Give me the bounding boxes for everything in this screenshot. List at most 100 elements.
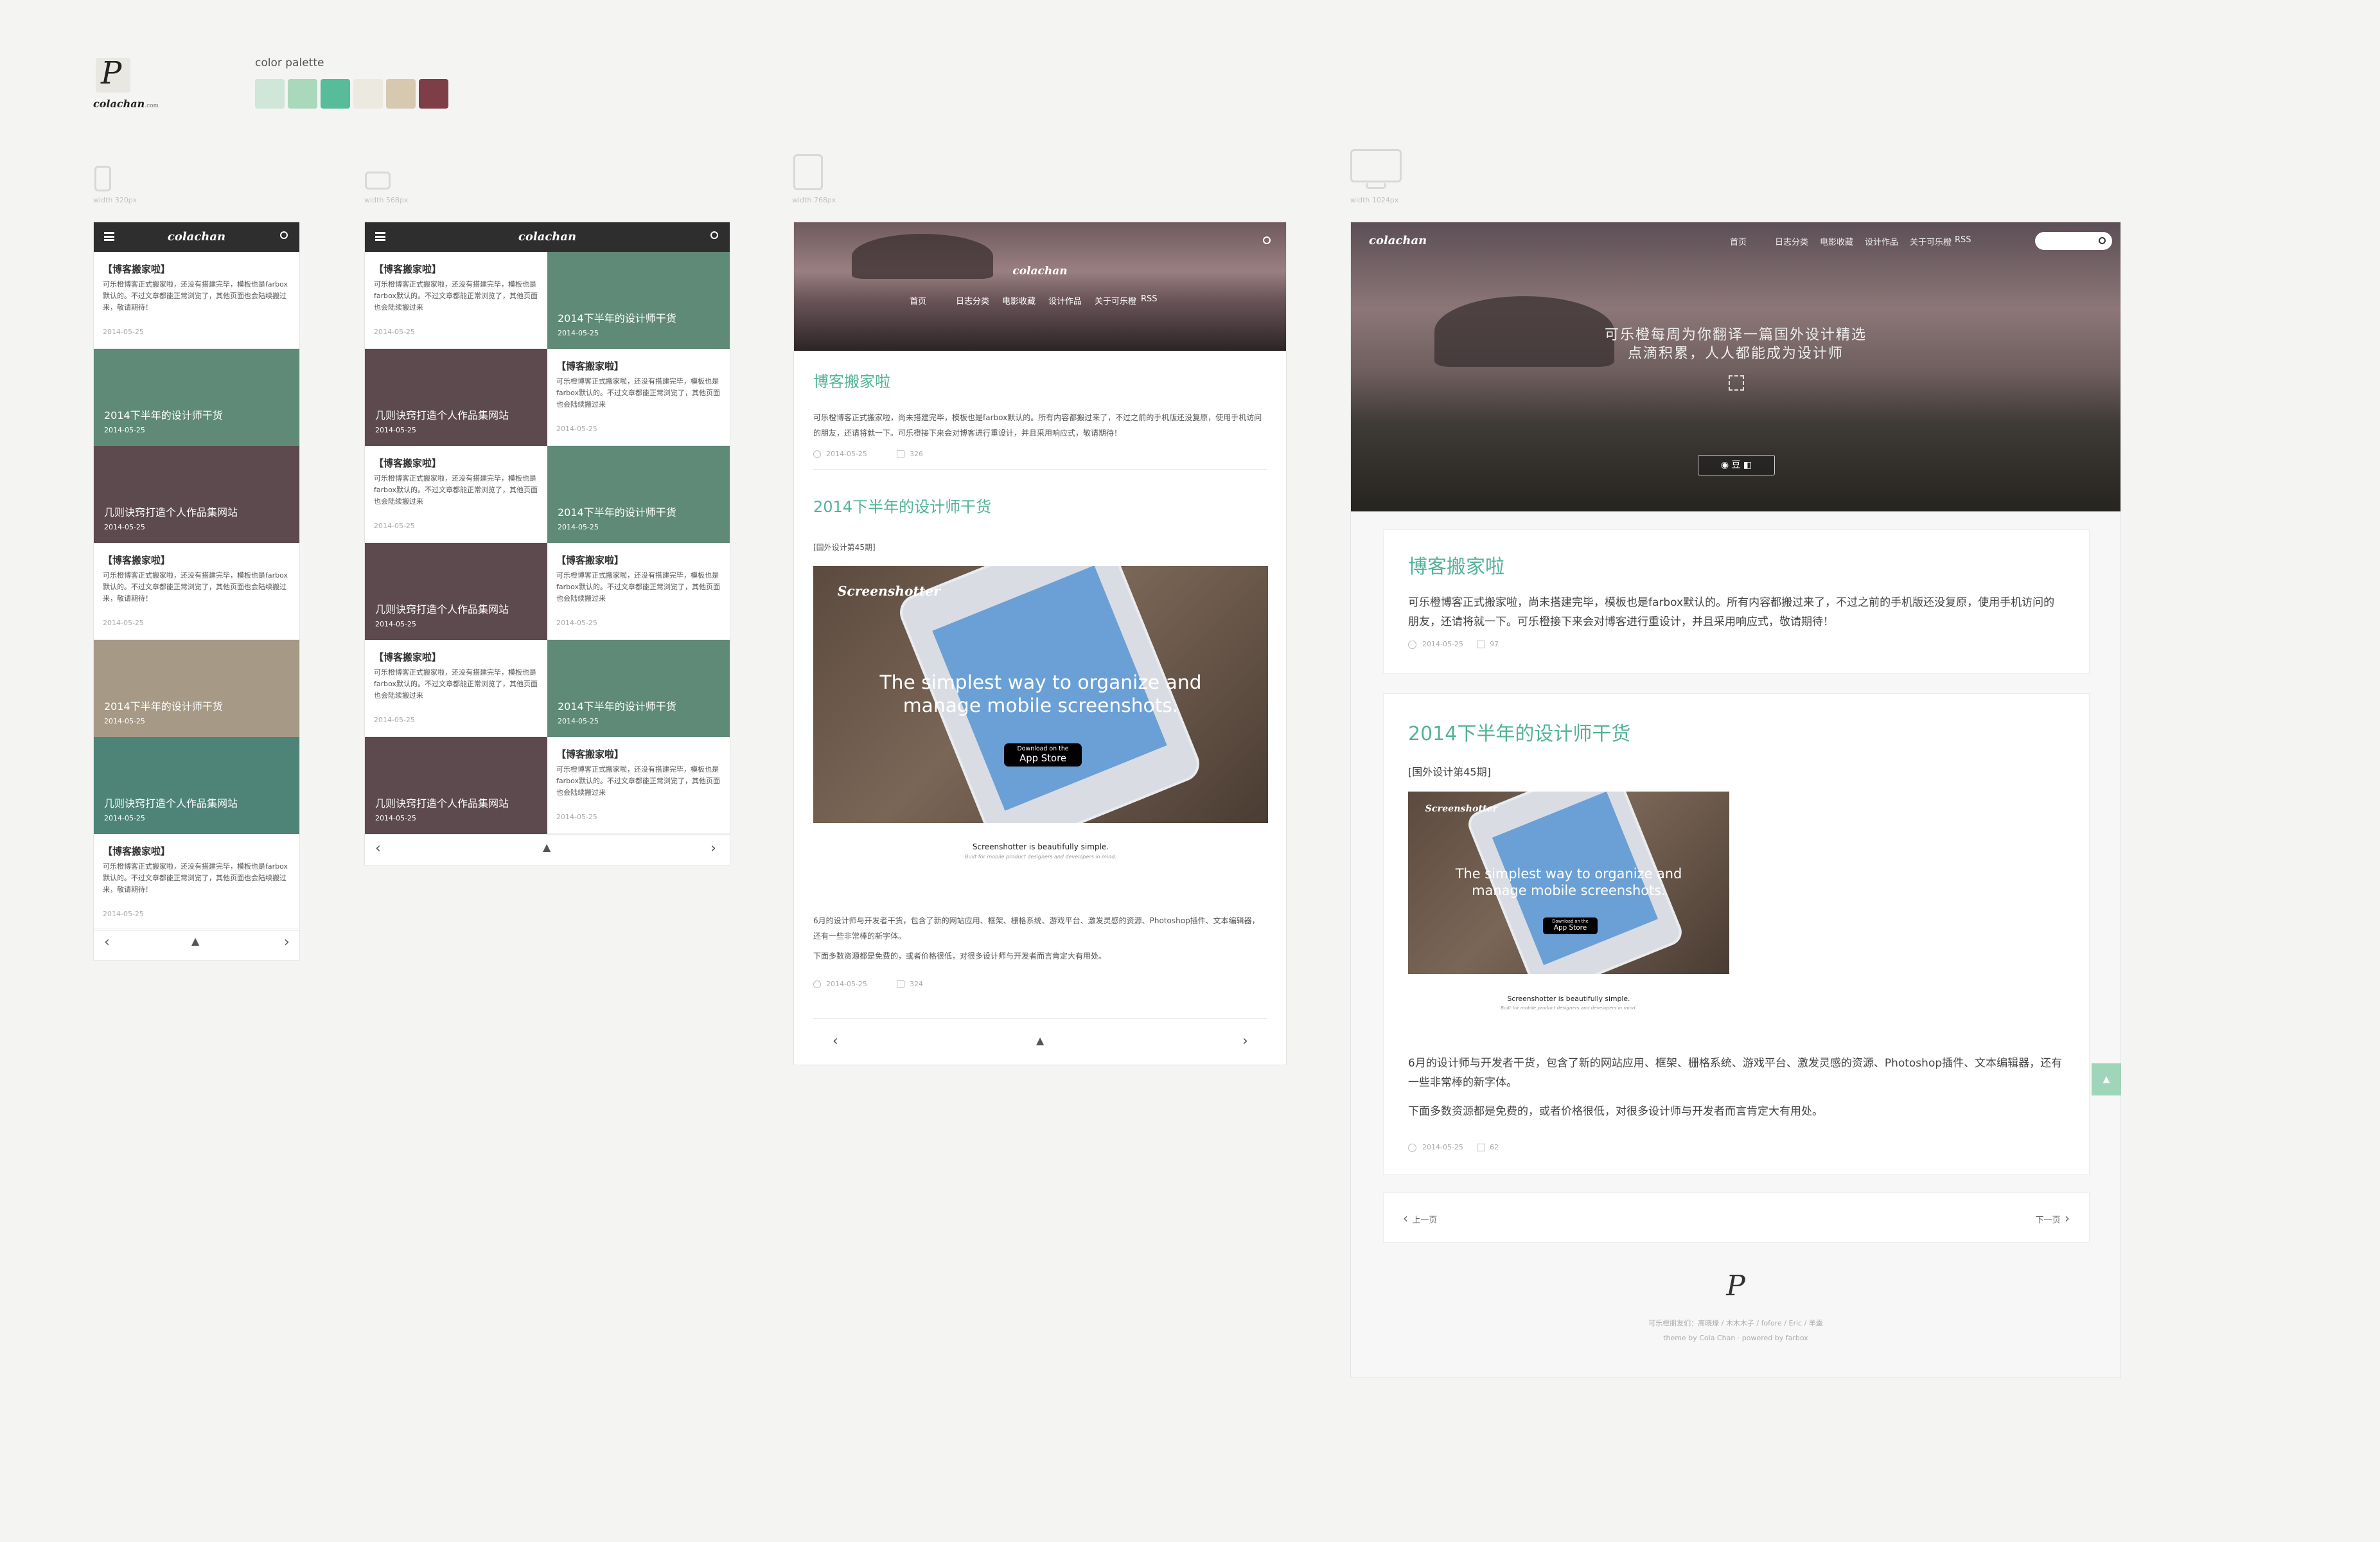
list-item[interactable]: 【博客搬家啦】 可乐橙博客正式搬家啦，还没有搭建完毕，模板也是farbox默认的。… (94, 543, 299, 640)
grid-text-item[interactable]: 【博客搬家啦】 可乐橙博客正式搬家啦，还没有搭建完毕，模板也是farbox默认的。… (365, 640, 547, 737)
tile-title[interactable]: 几则诀窍打造个人作品集网站 (104, 795, 238, 810)
clock-icon (1408, 641, 1416, 649)
mobile-site-name[interactable]: colachan (94, 230, 299, 244)
list-item[interactable]: 【博客搬家啦】 可乐橙博客正式搬家啦，还没有搭建完毕，模板也是farbox默认的。… (94, 834, 299, 931)
tablet-post-1-title[interactable]: 博客搬家啦 (813, 369, 890, 391)
nav-item[interactable]: 电影收藏 (1002, 294, 1036, 306)
post-excerpt: 可乐橙博客正式搬家啦，还没有搭建完毕，模板也是farbox默认的。不过文章都能正… (556, 571, 721, 603)
search-icon[interactable] (710, 231, 718, 239)
post-title[interactable]: 【博客搬家啦】 (103, 553, 170, 567)
post-title[interactable]: 【博客搬家啦】 (374, 456, 441, 470)
nav-item[interactable]: 关于可乐橙 (1095, 294, 1136, 306)
chevron-right-icon[interactable]: › (1242, 1033, 1248, 1049)
chevron-left-icon[interactable]: ‹ (833, 1033, 838, 1049)
tile-title[interactable]: 几则诀窍打造个人作品集网站 (375, 407, 509, 422)
nav-item[interactable]: 首页 (1730, 235, 1747, 247)
chevron-left-icon[interactable]: ‹ (1403, 1210, 1412, 1226)
grid-tile-item[interactable]: 2014下半年的设计师干货 2014-05-25 (547, 252, 730, 349)
search-icon[interactable] (1263, 236, 1271, 244)
promo-headline-1: The simplest way to organize and (1455, 866, 1682, 882)
nav-item[interactable]: 首页 (910, 294, 926, 306)
tablet-portrait-site-name[interactable]: colachan (365, 230, 730, 244)
desktop-hero: colachan 首页 日志分类 电影收藏 设计作品 关于可乐橙 RSS 可乐橙每周为你翻… (1351, 222, 2120, 511)
nav-item[interactable]: 日志分类 (1775, 235, 1808, 247)
chevron-left-icon[interactable]: ‹ (104, 934, 110, 950)
grid-text-item[interactable]: 【博客搬家啦】 可乐橙博客正式搬家啦，还没有搭建完毕，模板也是farbox默认的。… (547, 737, 730, 834)
tile-date: 2014-05-25 (558, 717, 599, 725)
tile-title[interactable]: 几则诀窍打造个人作品集网站 (375, 601, 509, 616)
tile-item[interactable]: 几则诀窍打造个人作品集网站 2014-05-25 (94, 737, 299, 834)
hero-social-button[interactable]: ◉ 豆 ◧ (1698, 455, 1775, 475)
tile-title[interactable]: 2014下半年的设计师干货 (558, 310, 676, 325)
comment-icon (897, 980, 904, 988)
grid-tile-item[interactable]: 几则诀窍打造个人作品集网站 2014-05-25 (365, 737, 547, 834)
nav-item[interactable]: 电影收藏 (1820, 235, 1853, 247)
grid-text-item[interactable]: 【博客搬家啦】 可乐橙博客正式搬家啦，还没有搭建完毕，模板也是farbox默认的。… (365, 446, 547, 543)
post-excerpt: 可乐橙博客正式搬家啦，还没有搭建完毕，模板也是farbox默认的。不过文章都能正… (556, 377, 721, 409)
back-to-top-button[interactable]: ▲ (2092, 1063, 2121, 1095)
grid-tile-item[interactable]: 几则诀窍打造个人作品集网站 2014-05-25 (365, 349, 547, 446)
app-store-label[interactable]: App Store (1004, 752, 1081, 764)
chevron-right-icon[interactable]: › (710, 840, 716, 856)
post-title[interactable]: 【博客搬家啦】 (556, 359, 624, 373)
wechat-icon[interactable]: ◧ (1740, 460, 1752, 470)
nav-item[interactable]: 设计作品 (1048, 294, 1082, 306)
tile-title[interactable]: 2014下半年的设计师干货 (104, 698, 223, 713)
post-title[interactable]: 【博客搬家啦】 (556, 553, 624, 567)
prev-page-link[interactable]: ‹ 上一页 (1403, 1210, 1437, 1226)
arrow-up-icon[interactable]: ▲ (543, 841, 551, 853)
mobile-pager: ‹ ▲ › (94, 928, 299, 960)
app-store-button[interactable]: Download on the App Store (1543, 917, 1598, 934)
post-title[interactable]: 【博客搬家啦】 (374, 650, 441, 664)
nav-item[interactable]: 设计作品 (1865, 235, 1898, 247)
tile-title[interactable]: 2014下半年的设计师干货 (104, 407, 223, 422)
tile-item[interactable]: 2014下半年的设计师干货 2014-05-25 (94, 349, 299, 446)
grid-tile-item[interactable]: 2014下半年的设计师干货 2014-05-25 (547, 446, 730, 543)
tablet-site-name[interactable]: colachan (794, 265, 1286, 278)
arrow-up-icon[interactable]: ▲ (191, 935, 199, 947)
desktop-width-label: width 1024px (1350, 196, 1399, 204)
grid-text-item[interactable]: 【博客搬家啦】 可乐橙博客正式搬家啦，还没有搭建完毕，模板也是farbox默认的。… (365, 252, 547, 349)
desktop-nav: 首页 日志分类 电影收藏 设计作品 关于可乐橙 RSS (1730, 235, 1993, 249)
list-item[interactable]: 【博客搬家啦】 可乐橙博客正式搬家啦，还没有搭建完毕，模板也是farbox默认的。… (94, 252, 299, 349)
palette-swatch (288, 79, 317, 109)
grid-tile-item[interactable]: 2014下半年的设计师干货 2014-05-25 (547, 640, 730, 737)
search-icon[interactable] (2099, 237, 2106, 244)
desktop-search-input[interactable] (2035, 232, 2112, 250)
grid-text-item[interactable]: 【博客搬家啦】可乐橙博客正式搬家啦，还没有搭建完毕，模板也是farbox默认的。… (547, 543, 730, 640)
post-title[interactable]: 【博客搬家啦】 (556, 747, 624, 761)
post-title[interactable]: 【博客搬家啦】 (103, 844, 170, 858)
tile-title[interactable]: 2014下半年的设计师干货 (558, 698, 676, 713)
tile-title[interactable]: 2014下半年的设计师干货 (558, 504, 676, 519)
app-store-label[interactable]: App Store (1543, 924, 1598, 932)
app-store-button[interactable]: Download on the App Store (1004, 743, 1082, 767)
post-title[interactable]: 【博客搬家啦】 (103, 262, 170, 276)
search-icon[interactable] (280, 231, 288, 239)
chevron-left-icon[interactable]: ‹ (375, 840, 381, 856)
chevron-right-icon[interactable]: › (2061, 1210, 2070, 1226)
douban-label[interactable]: 豆 (1731, 460, 1740, 470)
desktop-post-2-title[interactable]: 2014下半年的设计师干货 (1408, 718, 1630, 746)
tablet-promo-image: Screenshotter The simplest way to organiz… (813, 566, 1268, 823)
desktop-site-name[interactable]: colachan (1369, 234, 1427, 247)
grid-text-item[interactable]: 【博客搬家啦】可乐橙博客正式搬家啦，还没有搭建完毕，模板也是farbox默认的。… (547, 349, 730, 446)
nav-item[interactable]: RSS (1141, 294, 1158, 304)
qr-icon[interactable] (1729, 375, 1744, 391)
app-store-small[interactable]: Download on the (1543, 919, 1598, 925)
next-page-link[interactable]: 下一页 › (2036, 1210, 2070, 1226)
tablet-post-2-title[interactable]: 2014下半年的设计师干货 (813, 494, 991, 517)
tile-title[interactable]: 几则诀窍打造个人作品集网站 (104, 504, 238, 519)
tile-item[interactable]: 几则诀窍打造个人作品集网站 2014-05-25 (94, 446, 299, 543)
tile-title[interactable]: 几则诀窍打造个人作品集网站 (375, 795, 509, 810)
nav-item[interactable]: 关于可乐橙 (1910, 235, 1952, 247)
tile-date: 2014-05-25 (104, 523, 145, 531)
chevron-right-icon[interactable]: › (284, 934, 290, 950)
arrow-up-icon[interactable]: ▲ (1036, 1034, 1044, 1047)
weibo-icon[interactable]: ◉ (1721, 460, 1732, 470)
post-title[interactable]: 【博客搬家啦】 (374, 262, 441, 276)
desktop-post-1-title[interactable]: 博客搬家啦 (1408, 551, 1504, 579)
grid-tile-item[interactable]: 几则诀窍打造个人作品集网站 2014-05-25 (365, 543, 547, 640)
nav-item[interactable]: 日志分类 (956, 294, 989, 306)
tile-item[interactable]: 2014下半年的设计师干货 2014-05-25 (94, 640, 299, 737)
nav-item[interactable]: RSS (1955, 235, 1971, 245)
